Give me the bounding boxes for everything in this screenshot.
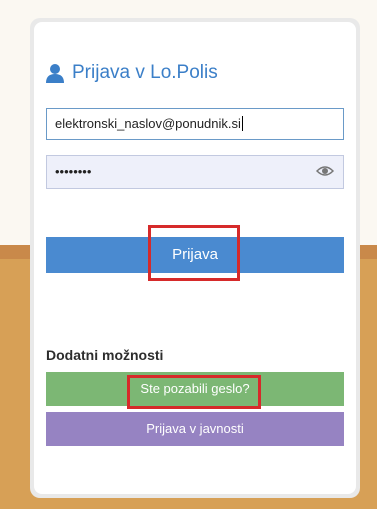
password-value: ••••••••	[55, 164, 92, 179]
email-field[interactable]: elektronski_naslov@ponudnik.si	[46, 108, 344, 140]
public-login-button[interactable]: Prijava v javnosti	[46, 412, 344, 446]
highlight-box-login	[148, 225, 240, 281]
email-value: elektronski_naslov@ponudnik.si	[55, 116, 241, 131]
login-title: Prijava v Lo.Polis	[46, 60, 218, 86]
user-icon	[46, 63, 64, 83]
password-field[interactable]: ••••••••	[46, 155, 344, 189]
eye-icon[interactable]	[315, 164, 335, 178]
highlight-box-forgot	[127, 375, 261, 409]
login-title-text: Prijava v Lo.Polis	[72, 62, 218, 83]
extra-options-heading: Dodatni možnosti	[46, 347, 164, 363]
